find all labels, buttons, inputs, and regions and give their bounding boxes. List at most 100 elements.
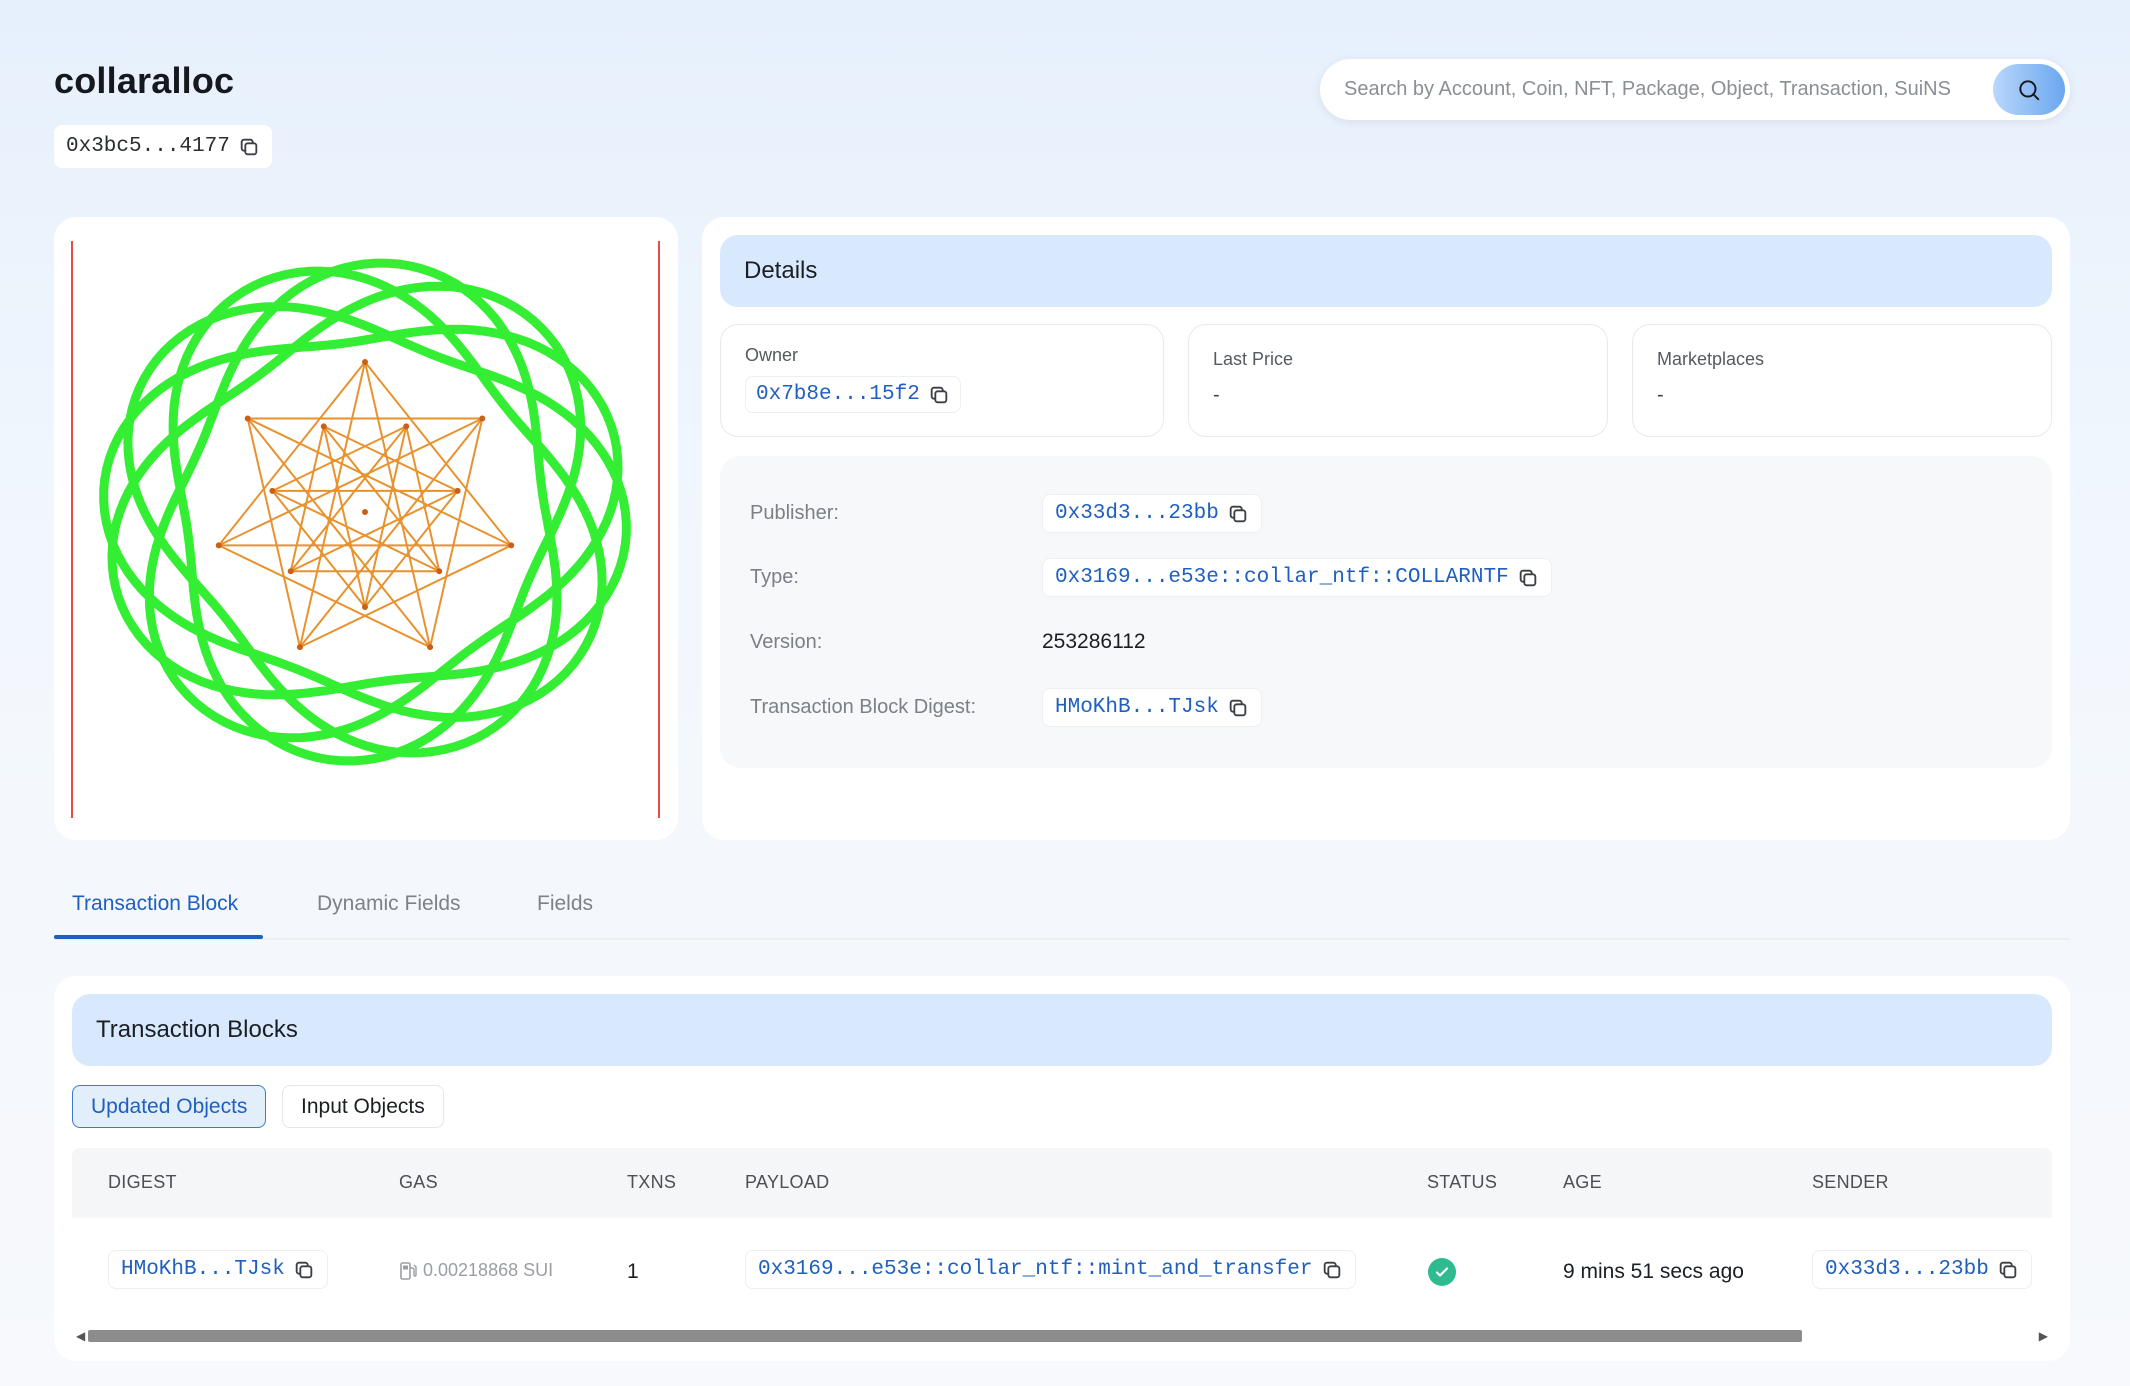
nft-star-line <box>246 417 431 648</box>
nft-star-line <box>299 544 512 649</box>
owner-address[interactable]: 0x7b8e...15f2 <box>756 383 920 406</box>
nft-star-node <box>287 568 294 575</box>
copy-icon[interactable] <box>1997 1259 2019 1281</box>
publisher-label: Publisher: <box>750 502 839 524</box>
row-gas: 0.00218868 SUI <box>423 1260 554 1280</box>
sender-chip: 0x33d3...23bb <box>1812 1250 2032 1289</box>
version-value: 253286112 <box>1042 630 1146 653</box>
nft-star-node <box>427 644 434 651</box>
copy-icon[interactable] <box>928 384 950 406</box>
gas-cell: 0.00218868 SUI <box>399 1260 553 1281</box>
tab-transaction-block[interactable]: Transaction Block <box>72 892 238 916</box>
column-header-digest: DIGEST <box>108 1172 177 1192</box>
table-row: HMoKhB...TJsk 0.00218868 SUI 1 0x3169...… <box>72 1218 2052 1328</box>
type-chip: 0x3169...e53e::collar_ntf::COLLARNTF <box>1042 558 1552 597</box>
active-tab-indicator <box>54 935 263 939</box>
row-sender[interactable]: 0x33d3...23bb <box>1825 1258 1989 1281</box>
row-age: 9 mins 51 secs ago <box>1563 1260 1744 1283</box>
column-header-gas: GAS <box>399 1172 438 1192</box>
row-payload[interactable]: 0x3169...e53e::collar_ntf::mint_and_tran… <box>758 1258 1313 1281</box>
nft-image-card <box>54 217 678 840</box>
digest-cell: HMoKhB...TJsk <box>108 1250 328 1289</box>
publisher-address[interactable]: 0x33d3...23bb <box>1055 502 1219 525</box>
nft-star-node <box>215 542 222 549</box>
column-header-status: STATUS <box>1427 1172 1498 1192</box>
version-row: Version: 253286112 <box>750 630 1146 654</box>
nft-star-node <box>269 487 276 494</box>
sender-cell: 0x33d3...23bb <box>1812 1250 2032 1289</box>
updated-objects-toggle[interactable]: Updated Objects <box>72 1085 267 1128</box>
payload-chip: 0x3169...e53e::collar_ntf::mint_and_tran… <box>745 1250 1356 1289</box>
last-price-stat: Last Price - <box>1188 324 1608 437</box>
column-header-txns: TXNS <box>627 1172 677 1192</box>
copy-icon[interactable] <box>293 1259 315 1281</box>
nft-star-line <box>247 417 512 547</box>
copy-icon[interactable] <box>1321 1259 1343 1281</box>
digest-chip: HMoKhB...TJsk <box>108 1250 328 1289</box>
search-bar <box>1320 59 2070 120</box>
scroll-thumb[interactable] <box>88 1330 1802 1342</box>
table-header: DIGEST GAS TXNS PAYLOAD STATUS AGE SENDE… <box>72 1148 2052 1218</box>
last-price-value: - <box>1213 384 1220 406</box>
check-circle-icon <box>1428 1258 1456 1286</box>
type-value[interactable]: 0x3169...e53e::collar_ntf::COLLARNTF <box>1055 566 1509 589</box>
horizontal-scrollbar[interactable]: ◀ ▶ <box>72 1327 2052 1345</box>
marketplaces-value: - <box>1657 384 1664 406</box>
nft-star-node <box>436 568 443 575</box>
page-title: collaralloc <box>54 60 235 101</box>
search-button[interactable] <box>1993 64 2065 115</box>
row-txns: 1 <box>627 1260 639 1283</box>
column-header-payload: PAYLOAD <box>745 1172 830 1192</box>
nft-star-line <box>298 361 366 648</box>
row-digest[interactable]: HMoKhB...TJsk <box>121 1258 285 1281</box>
transaction-blocks-header: Transaction Blocks <box>72 994 2052 1066</box>
nft-star-node <box>508 542 515 549</box>
last-price-label: Last Price <box>1213 349 1294 369</box>
column-header-sender: SENDER <box>1812 1172 1889 1192</box>
owner-label: Owner <box>745 345 799 365</box>
copy-icon[interactable] <box>1517 567 1539 589</box>
tab-fields[interactable]: Fields <box>537 892 593 916</box>
status-cell <box>1428 1258 1456 1286</box>
type-label: Type: <box>750 566 799 588</box>
nft-star-node <box>403 423 410 430</box>
type-row: Type: 0x3169...e53e::collar_ntf::COLLARN… <box>750 558 1552 597</box>
publisher-chip: 0x33d3...23bb <box>1042 494 1262 533</box>
nft-star-node <box>244 415 251 422</box>
nft-star-node <box>296 644 303 651</box>
object-address-chip: 0x3bc5...4177 <box>54 125 272 168</box>
object-info-box: Publisher: 0x33d3...23bb Type: 0x3169...… <box>720 456 2052 768</box>
nft-star-line <box>299 417 484 648</box>
scroll-right-arrow[interactable]: ▶ <box>2039 1329 2048 1343</box>
digest-label: Transaction Block Digest: <box>750 696 977 718</box>
tab-bar: Transaction Block Dynamic Fields Fields <box>54 880 2070 940</box>
scroll-left-arrow[interactable]: ◀ <box>76 1329 85 1343</box>
copy-icon[interactable] <box>238 136 260 158</box>
nft-star-node <box>362 509 368 515</box>
input-objects-toggle[interactable]: Input Objects <box>282 1085 444 1128</box>
payload-cell: 0x3169...e53e::collar_ntf::mint_and_tran… <box>745 1250 1356 1289</box>
nft-star-pattern <box>215 359 515 651</box>
search-icon <box>2019 79 2040 100</box>
owner-chip: 0x7b8e...15f2 <box>745 376 961 413</box>
copy-icon[interactable] <box>1227 503 1249 525</box>
nft-star-node <box>362 359 368 365</box>
nft-star-node <box>362 604 368 610</box>
marketplaces-stat: Marketplaces - <box>1632 324 2052 437</box>
nft-star-node <box>454 487 461 494</box>
publisher-row: Publisher: 0x33d3...23bb <box>750 494 1262 533</box>
search-input[interactable] <box>1320 59 1993 120</box>
tab-dynamic-fields[interactable]: Dynamic Fields <box>317 892 461 916</box>
nft-star-line <box>364 361 432 648</box>
column-header-age: AGE <box>1563 1172 1602 1192</box>
digest-value[interactable]: HMoKhB...TJsk <box>1055 696 1219 719</box>
marketplaces-label: Marketplaces <box>1657 349 1765 369</box>
nft-star-node <box>320 423 327 430</box>
nft-image <box>71 241 660 818</box>
nft-star-node <box>479 415 486 422</box>
nft-star-line <box>218 417 483 547</box>
version-label: Version: <box>750 630 823 653</box>
nft-star-line <box>218 544 431 649</box>
digest-chip: HMoKhB...TJsk <box>1042 688 1262 727</box>
copy-icon[interactable] <box>1227 697 1249 719</box>
